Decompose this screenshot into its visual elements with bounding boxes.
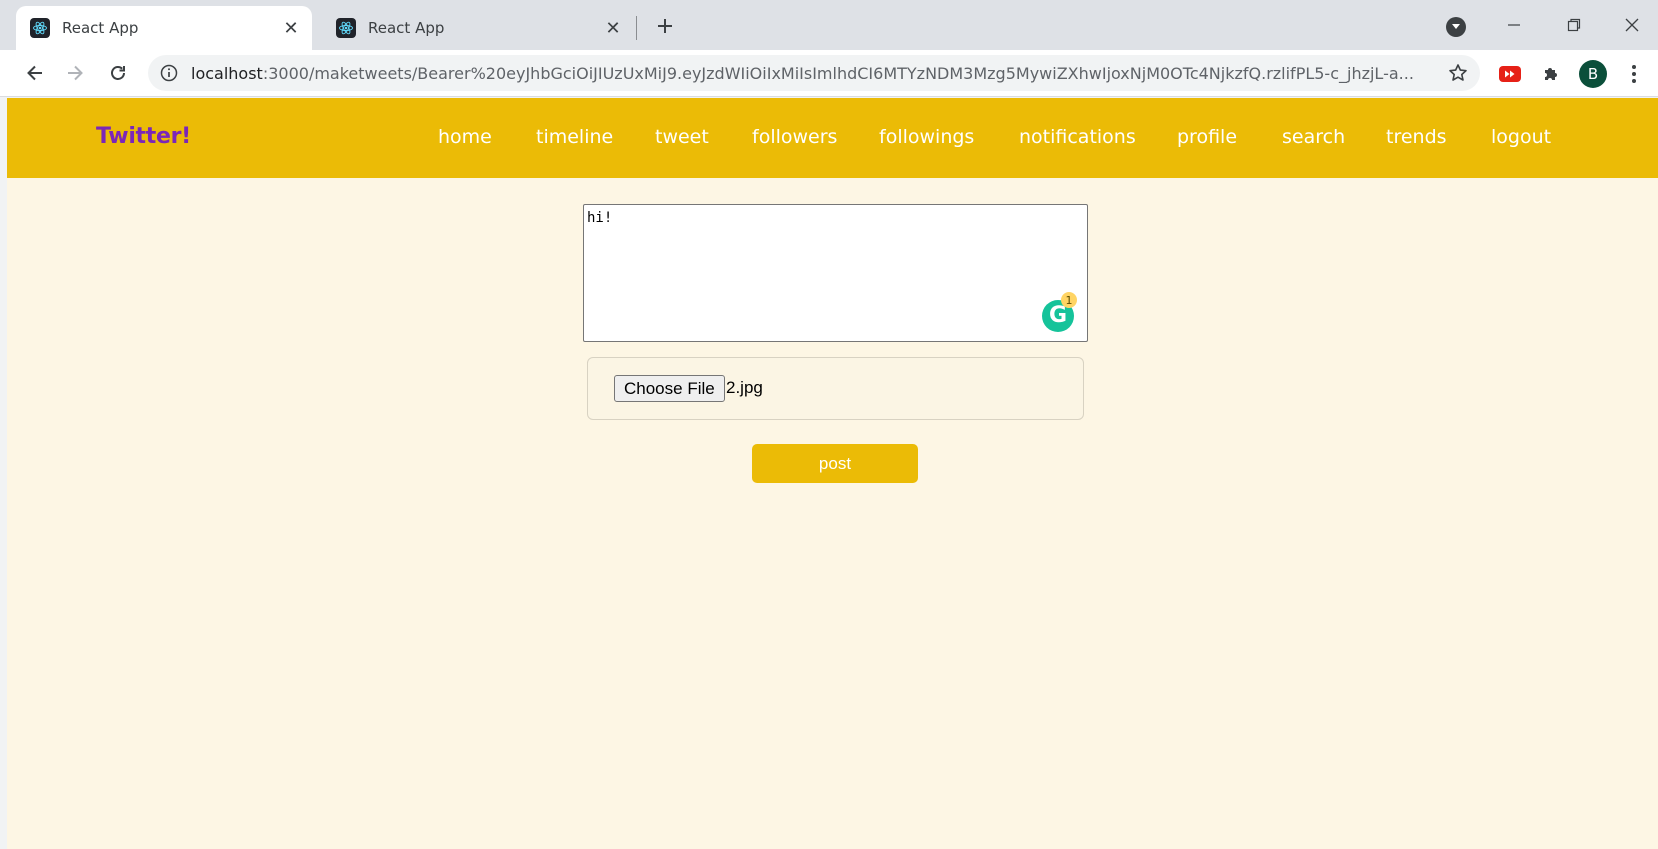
nav-link-followings[interactable]: followings [879,126,974,148]
extensions-puzzle-icon[interactable] [1539,62,1563,86]
choose-file-button[interactable]: Choose File [614,375,725,402]
reload-icon [111,66,125,80]
tab-search-button[interactable] [1446,17,1466,37]
url-path: :3000/maketweets/Bearer%20eyJhbGciOiJIUz… [262,63,1414,83]
minimize-button[interactable] [1494,8,1534,42]
post-button[interactable]: post [752,444,918,483]
youtube-extension-icon[interactable] [1498,62,1522,86]
minimize-icon [1508,24,1520,26]
nav-link-home[interactable]: home [438,126,492,148]
nav-link-timeline[interactable]: timeline [536,126,613,148]
kebab-menu-icon[interactable] [1622,62,1646,86]
grammarly-count-badge: 1 [1061,292,1077,308]
info-icon[interactable] [159,63,179,83]
nav-link-tweet[interactable]: tweet [655,126,709,148]
restore-icon [1567,18,1581,32]
browser-tab-1[interactable]: React App ✕ [16,6,312,50]
reload-button[interactable] [102,57,134,89]
nav-link-search[interactable]: search [1282,126,1345,148]
forward-button[interactable] [59,57,91,89]
tweet-textarea[interactable]: hi! [584,205,1087,341]
react-logo-icon [30,18,50,38]
file-upload-container: Choose File 2.jpg [587,357,1084,420]
url-host: localhost [191,63,263,83]
nav-link-followers[interactable]: followers [752,126,837,148]
browser-tabstrip: React App ✕ React App ✕ [0,0,1658,50]
page-viewport: Twitter! home timeline tweet followers f… [7,98,1658,849]
tab-title: React App [368,19,445,37]
profile-avatar[interactable]: B [1579,60,1607,88]
back-button[interactable] [19,57,51,89]
close-tab-icon[interactable]: ✕ [602,17,624,39]
close-tab-icon[interactable]: ✕ [280,17,302,39]
browser-toolbar: localhost:3000/maketweets/Bearer%20eyJhb… [0,50,1658,97]
close-icon [1625,18,1639,32]
nav-link-profile[interactable]: profile [1177,126,1237,148]
selected-file-name: 2.jpg [726,378,763,397]
address-bar[interactable]: localhost:3000/maketweets/Bearer%20eyJhb… [148,55,1480,91]
brand-logo[interactable]: Twitter! [96,124,191,149]
arrow-left-icon [27,65,42,81]
restore-button[interactable] [1554,8,1594,42]
browser-tab-2[interactable]: React App ✕ [322,6,634,50]
tweet-composer: hi! G 1 [583,204,1088,342]
react-logo-icon [336,18,356,38]
new-tab-button[interactable] [651,12,679,40]
tab-title: React App [62,19,139,37]
plus-icon [658,19,672,33]
nav-link-trends[interactable]: trends [1386,126,1447,148]
chevron-down-icon [1452,24,1460,29]
bookmark-star-icon[interactable] [1446,61,1470,85]
tab-separator [636,16,637,40]
close-window-button[interactable] [1612,8,1652,42]
nav-link-logout[interactable]: logout [1491,126,1551,148]
url-text[interactable]: localhost:3000/maketweets/Bearer%20eyJhb… [191,64,1446,83]
app-navbar: Twitter! home timeline tweet followers f… [7,98,1658,178]
arrow-right-icon [68,65,83,81]
nav-link-notifications[interactable]: notifications [1019,126,1136,148]
